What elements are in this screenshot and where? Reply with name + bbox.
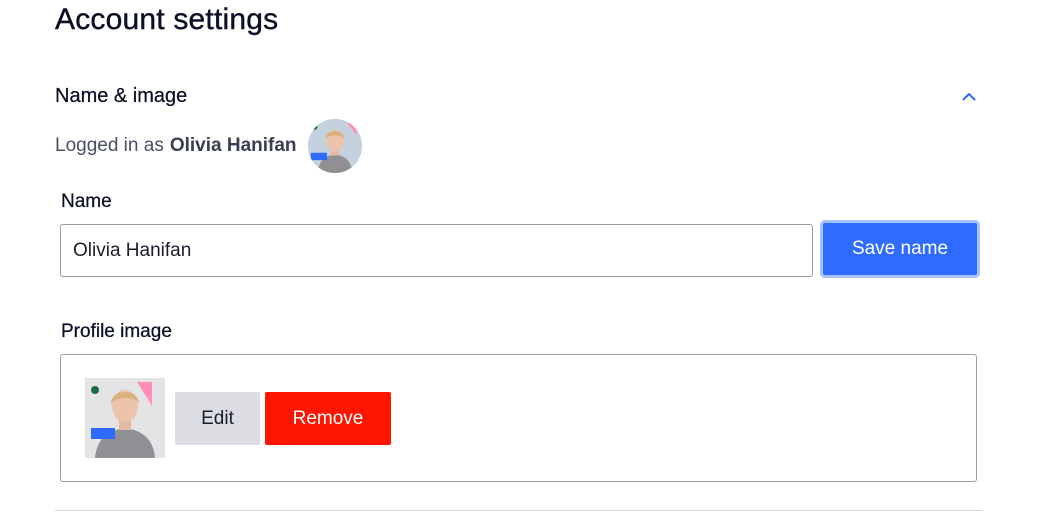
name-image-section-header[interactable]: Name & image <box>55 80 983 112</box>
profile-image-panel: Edit Remove <box>60 354 977 482</box>
save-name-button[interactable]: Save name <box>820 220 980 278</box>
account-settings-page: Account settings Name & image Logged in … <box>0 0 1044 522</box>
name-label: Name <box>61 191 112 212</box>
logged-in-prefix: Logged in as <box>55 135 164 156</box>
remove-image-button[interactable]: Remove <box>265 392 391 445</box>
section-title: Name & image <box>55 84 188 107</box>
profile-image-thumbnail <box>85 378 165 458</box>
edit-image-button[interactable]: Edit <box>175 392 260 445</box>
logged-in-info: Logged in as Olivia Hanifan <box>55 118 362 174</box>
section-divider <box>55 510 983 511</box>
chevron-up-icon[interactable] <box>957 84 981 108</box>
profile-image-label: Profile image <box>61 321 172 342</box>
name-input[interactable] <box>60 224 813 277</box>
avatar <box>307 119 362 173</box>
logged-in-user-name: Olivia Hanifan <box>169 135 297 156</box>
page-title: Account settings <box>55 3 279 36</box>
